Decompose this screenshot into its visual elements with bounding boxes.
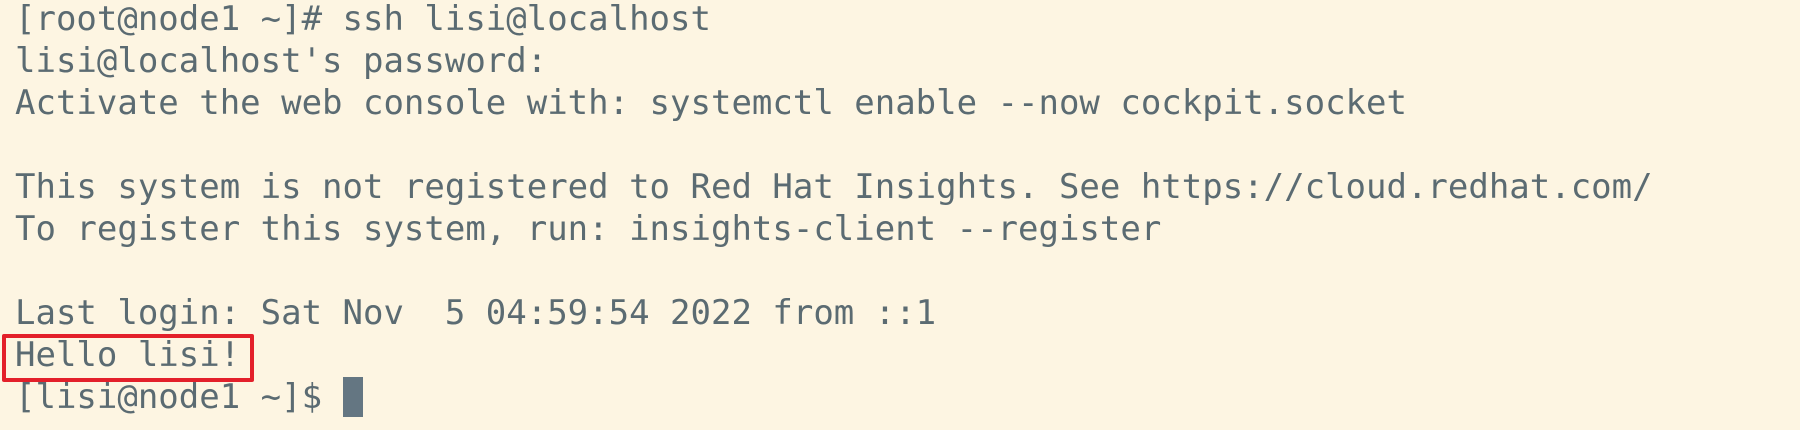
terminal-line-cockpit-notice: Activate the web console with: systemctl… bbox=[15, 83, 1407, 123]
terminal-prompt-line[interactable]: [lisi@node1 ~]$ bbox=[15, 376, 1800, 420]
terminal-line-register-hint: To register this system, run: insights-c… bbox=[15, 209, 1162, 249]
terminal-window[interactable]: [root@node1 ~]# ssh lisi@localhost lisi@… bbox=[0, 0, 1800, 430]
terminal-line-insights-notice: This system is not registered to Red Hat… bbox=[15, 167, 1653, 207]
greeting-highlight-box bbox=[2, 334, 254, 382]
terminal-line-password-prompt: lisi@localhost's password: bbox=[15, 41, 548, 81]
terminal-line-greeting: Hello lisi! bbox=[15, 335, 241, 375]
terminal-line-last-login: Last login: Sat Nov 5 04:59:54 2022 from… bbox=[15, 293, 937, 333]
terminal-line-ssh-command: [root@node1 ~]# ssh lisi@localhost bbox=[15, 0, 711, 39]
shell-prompt: [lisi@node1 ~]$ bbox=[15, 377, 343, 417]
text-cursor bbox=[342, 376, 363, 417]
